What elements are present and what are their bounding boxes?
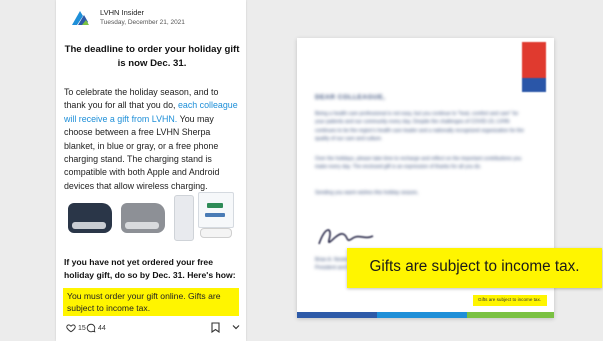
footer-bar-light-blue [377, 312, 467, 318]
gray-blanket-image [121, 203, 165, 233]
bookmark-icon[interactable] [211, 322, 220, 333]
chevron-down-icon[interactable] [231, 322, 241, 332]
like-button[interactable]: 15 [66, 323, 86, 333]
post-author[interactable]: LVHN Insider [100, 8, 144, 17]
signature-image [318, 229, 374, 245]
comment-button[interactable]: 44 [86, 323, 106, 333]
callout-text: Gifts are subject to income tax. [369, 258, 580, 275]
charger-pad-image [200, 228, 232, 238]
post-actions: 15 44 [64, 322, 242, 338]
letter-small-highlight: Gifts are subject to income tax. [473, 295, 547, 306]
gift-products-image [64, 190, 242, 248]
lvhn-logo [72, 11, 89, 25]
heart-icon [66, 324, 76, 333]
income-tax-callout: Gifts are subject to income tax. [347, 248, 602, 288]
like-count: 15 [78, 324, 86, 332]
post-highlight-text: You must order your gift online. Gifts a… [67, 291, 221, 314]
post-headline: The deadline to order your holiday gift … [64, 44, 240, 69]
great-place-to-work-badge [522, 42, 546, 92]
letter-footer-bar [297, 312, 554, 318]
post-date: Tuesday, December 21, 2021 [100, 19, 185, 26]
charging-stand-image [174, 195, 194, 241]
footer-bar-green [467, 312, 554, 318]
post-body-suffix: You may choose between a free LVHN Sherp… [64, 113, 220, 191]
letter-paragraph-3: Sending you warm wishes this holiday sea… [315, 190, 419, 196]
letter-paragraph-2: Over the holidays, please take time to r… [315, 156, 522, 171]
letter-small-highlight-text: Gifts are subject to income tax. [478, 297, 542, 302]
post-body: To celebrate the holiday season, and to … [64, 86, 242, 193]
letter-salutation: DEAR COLLEAGUE, [315, 94, 386, 101]
post-cta: If you have not yet ordered your free ho… [64, 257, 236, 281]
comment-icon [86, 323, 96, 333]
charger-box-image [198, 192, 234, 228]
footer-bar-blue [297, 312, 377, 318]
letter-paragraph-1: Being a health care professional is not … [315, 111, 524, 143]
blue-blanket-image [68, 203, 112, 233]
post-highlight: You must order your gift online. Gifts a… [63, 288, 239, 316]
comment-count: 44 [98, 324, 106, 332]
post-card: LVHN Insider Tuesday, December 21, 2021 … [56, 0, 246, 341]
